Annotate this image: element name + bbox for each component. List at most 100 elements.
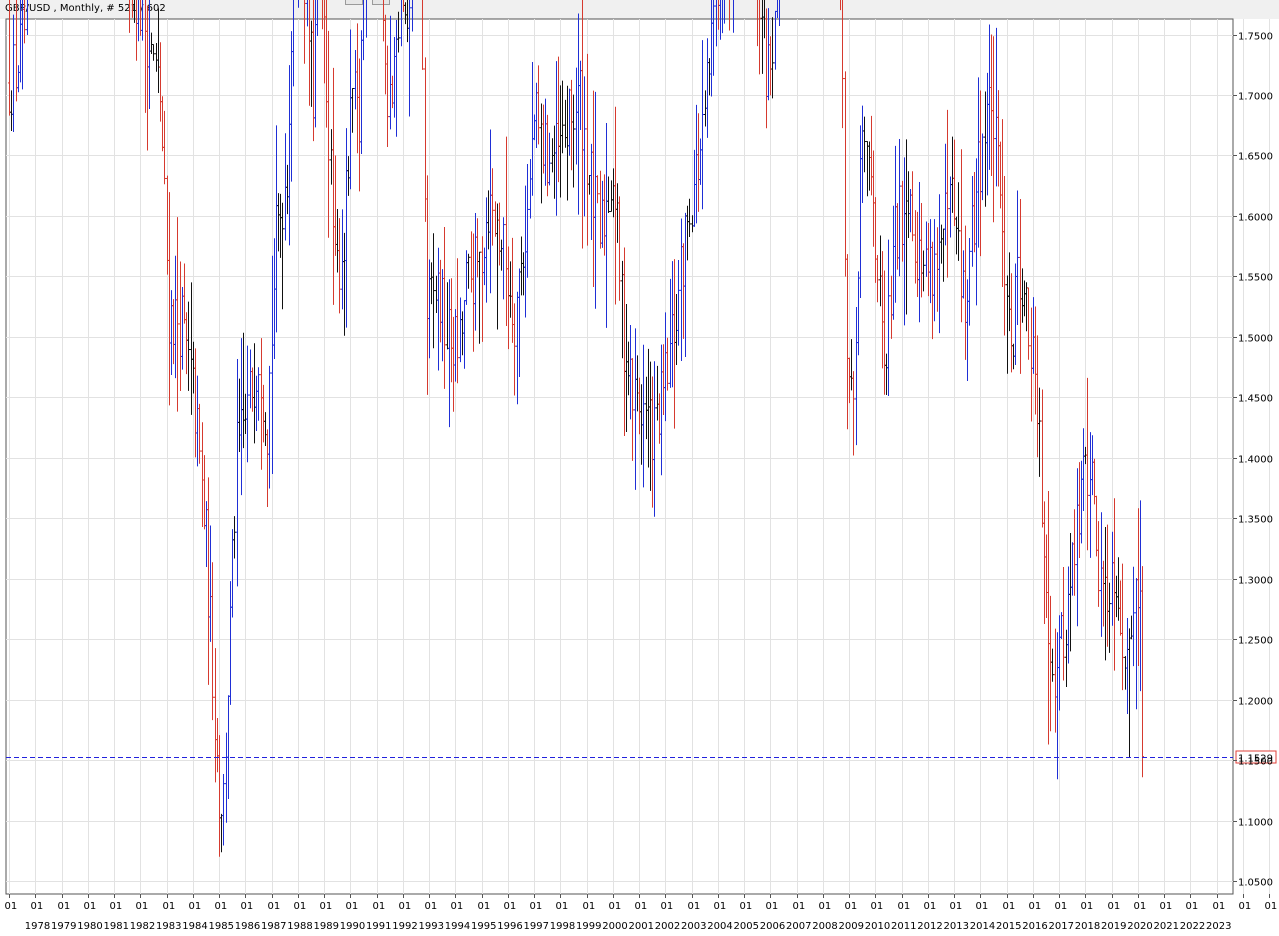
- x-month-label: 01: [924, 901, 937, 912]
- plot-area: [5, 18, 1234, 895]
- x-month-label: 01: [1239, 901, 1252, 912]
- x-year-label: 2010: [865, 921, 890, 932]
- x-month-label: 01: [189, 901, 202, 912]
- x-month-label: 01: [294, 901, 307, 912]
- x-month-label: 01: [1029, 901, 1042, 912]
- x-month-label: 01: [241, 901, 254, 912]
- x-month-label: 01: [215, 901, 228, 912]
- x-year-label: 2005: [734, 921, 759, 932]
- x-month-label: 01: [530, 901, 543, 912]
- x-year-label: 2001: [629, 921, 654, 932]
- x-month-label: 01: [976, 901, 989, 912]
- x-year-label: 1994: [445, 921, 470, 932]
- ohlc-bar: [132, 0, 133, 18]
- x-month-label: 01: [504, 901, 517, 912]
- x-month-label: 01: [1160, 901, 1173, 912]
- x-month-label: 01: [766, 901, 779, 912]
- ohlc-bar: [403, 0, 405, 13]
- x-year-label: 2018: [1075, 921, 1100, 932]
- y-tick-label: 1.7000: [1238, 92, 1273, 103]
- x-year-label: 1984: [182, 921, 207, 932]
- x-year-label: 1990: [340, 921, 365, 932]
- x-year-label: 1999: [576, 921, 601, 932]
- x-month-label: 01: [1186, 901, 1199, 912]
- x-month-label: 01: [136, 901, 149, 912]
- x-year-label: 2013: [944, 921, 969, 932]
- x-month-label: 01: [740, 901, 753, 912]
- y-tick-label: 1.4000: [1238, 455, 1273, 466]
- x-month-label: 01: [1081, 901, 1094, 912]
- x-month-label: 01: [609, 901, 622, 912]
- x-year-label: 1992: [392, 921, 417, 932]
- y-tick-label: 1.2500: [1238, 636, 1273, 647]
- x-year-label: 1993: [419, 921, 444, 932]
- x-year-label: 2021: [1154, 921, 1179, 932]
- price-chart[interactable]: 1.1529 1.05001.10001.15001.20001.25001.3…: [0, 0, 1279, 936]
- x-month-label: 01: [478, 901, 491, 912]
- x-month-label: 01: [163, 901, 176, 912]
- x-year-label: 2020: [1127, 921, 1152, 932]
- x-month-label: 01: [583, 901, 596, 912]
- y-tick-label: 1.3000: [1238, 576, 1273, 587]
- x-month-label: 01: [5, 901, 18, 912]
- ohlc-bar: [776, 0, 778, 18]
- x-month-label: 01: [399, 901, 412, 912]
- x-month-label: 01: [373, 901, 386, 912]
- x-month-label: 01: [845, 901, 858, 912]
- ohlc-bar: [298, 0, 299, 8]
- x-month-label: 01: [1003, 901, 1016, 912]
- x-year-label: 1985: [209, 921, 234, 932]
- x-month-label: 01: [635, 901, 648, 912]
- x-year-label: 1978: [25, 921, 50, 932]
- x-year-label: 1986: [235, 921, 260, 932]
- ohlc-bar: [840, 0, 841, 11]
- y-tick-label: 1.5500: [1238, 273, 1273, 284]
- x-axis: 01 01 01 01 01 01 01 01 01 01 01 01 01 01 01 01 01 01 01 01…: [5, 894, 1277, 932]
- y-tick-label: 1.3500: [1238, 515, 1273, 526]
- y-tick-label: 1.2000: [1238, 697, 1273, 708]
- x-year-label: 2019: [1101, 921, 1126, 932]
- x-year-label: 1980: [77, 921, 102, 932]
- x-month-label: 01: [1108, 901, 1121, 912]
- x-month-label: 01: [346, 901, 359, 912]
- x-year-label: 1983: [156, 921, 181, 932]
- x-year-label: 2011: [891, 921, 916, 932]
- y-tick-label: 1.4500: [1238, 394, 1273, 405]
- x-year-label: 1995: [471, 921, 496, 932]
- x-year-label: 2012: [917, 921, 942, 932]
- plot-border: [5, 18, 1234, 895]
- y-tick-label: 1.0500: [1238, 878, 1273, 889]
- x-month-label: 01: [950, 901, 963, 912]
- x-year-label: 2022: [1180, 921, 1205, 932]
- x-month-label: 01: [661, 901, 674, 912]
- x-year-label: 2015: [996, 921, 1021, 932]
- x-year-label: 1989: [314, 921, 339, 932]
- x-year-label: 2009: [839, 921, 864, 932]
- x-year-label: 2007: [786, 921, 811, 932]
- x-year-label: 2004: [707, 921, 732, 932]
- x-month-label: 01: [58, 901, 71, 912]
- x-month-label: 01: [1213, 901, 1226, 912]
- y-tick-label: 1.1500: [1238, 757, 1273, 768]
- x-month-label: 01: [714, 901, 727, 912]
- x-month-label: 01: [84, 901, 97, 912]
- x-month-label: 01: [688, 901, 701, 912]
- y-tick-label: 1.5000: [1238, 334, 1273, 345]
- x-month-label: 01: [1055, 901, 1068, 912]
- x-year-label: 2006: [760, 921, 785, 932]
- x-year-label: 1982: [130, 921, 155, 932]
- x-year-label: 1998: [550, 921, 575, 932]
- x-year-label: 2008: [812, 921, 837, 932]
- x-month-label: 01: [110, 901, 123, 912]
- x-month-label: 01: [1134, 901, 1147, 912]
- y-tick-label: 1.7500: [1238, 32, 1273, 43]
- x-month-label: 01: [425, 901, 438, 912]
- x-month-label: 01: [871, 901, 884, 912]
- x-month-label: 01: [451, 901, 464, 912]
- y-tick-label: 1.6000: [1238, 213, 1273, 224]
- x-month-label: 01: [320, 901, 333, 912]
- x-month-label: 01: [31, 901, 44, 912]
- x-year-label: 2000: [602, 921, 627, 932]
- y-tick-label: 1.6500: [1238, 152, 1273, 163]
- x-year-label: 2023: [1206, 921, 1231, 932]
